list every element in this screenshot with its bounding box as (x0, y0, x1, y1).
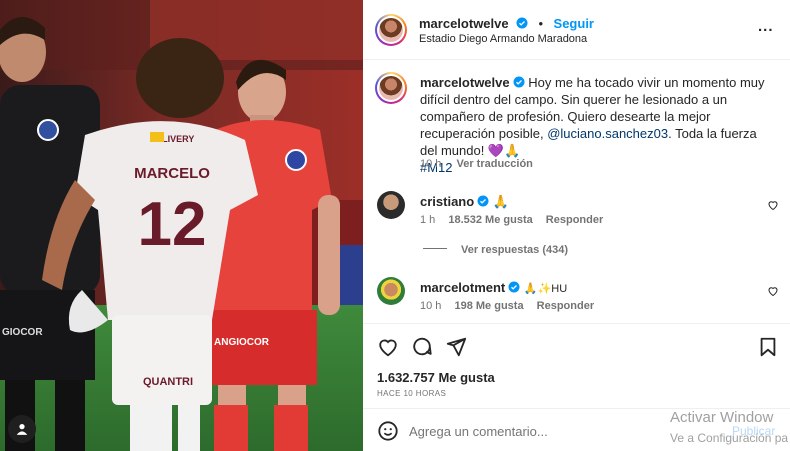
post-age[interactable]: HACE 10 HORAS (377, 389, 446, 398)
tagged-user-icon[interactable] (8, 415, 36, 443)
emoji-smiley-icon[interactable] (377, 420, 399, 442)
comment-likes[interactable]: 18.532 Me gusta (448, 214, 532, 226)
view-replies-label: Ver respuestas (434) (461, 244, 569, 256)
shorts-brand: QUANTRI (143, 376, 193, 388)
caption-time[interactable]: 10 h (420, 158, 441, 170)
caption-author-username[interactable]: marcelotwelve (420, 75, 510, 90)
comment-likes[interactable]: 198 Me gusta (454, 300, 523, 312)
like-heart-icon[interactable] (377, 336, 399, 358)
black-shorts-sponsor: GIOCOR (2, 327, 43, 338)
comment-text: 🙏✨HU (523, 283, 568, 295)
jersey-name: MARCELO (134, 165, 210, 182)
comment-2: marcelotment 🙏✨HU (420, 279, 567, 298)
more-options-icon[interactable]: ... (758, 18, 774, 35)
caption-meta: 10 h Ver traducción (420, 158, 533, 170)
view-replies-button[interactable]: Ver respuestas (434) (423, 244, 568, 256)
post-header: marcelotwelve • Seguir Estadio Diego Arm… (363, 0, 790, 60)
comment-bubble-icon[interactable] (411, 336, 433, 358)
likes-count[interactable]: 1.632.757 Me gusta (377, 370, 495, 385)
caption-mention-link[interactable]: @luciano.sanchez03 (547, 126, 668, 141)
comment-like-heart-icon[interactable] (767, 199, 779, 211)
share-send-icon[interactable] (445, 336, 467, 358)
post-location[interactable]: Estadio Diego Armando Maradona (419, 33, 587, 45)
author-avatar[interactable] (375, 14, 407, 46)
verified-badge-icon (516, 17, 528, 29)
follow-button[interactable]: Seguir (554, 16, 594, 31)
reply-button[interactable]: Responder (546, 214, 603, 226)
separator-dot: • (538, 16, 544, 31)
comment-text: 🙏 (492, 194, 509, 209)
verified-badge-icon (513, 76, 525, 88)
replies-divider (423, 248, 447, 249)
jersey-number: 12 (138, 190, 207, 259)
comment-2-meta: 10 h 198 Me gusta Responder (420, 300, 594, 312)
football-photo: GIOCOR ANGIOCOR DELIVERY MARCELO 12 QUAN… (0, 0, 363, 451)
verified-badge-icon (477, 195, 489, 207)
post-photo[interactable]: GIOCOR ANGIOCOR DELIVERY MARCELO 12 QUAN… (0, 0, 363, 451)
commenter-avatar[interactable] (377, 191, 405, 219)
comment-1: cristiano 🙏 (420, 193, 509, 210)
post-details-panel: marcelotwelve • Seguir Estadio Diego Arm… (363, 0, 790, 451)
comment-input[interactable] (409, 421, 659, 441)
verified-badge-icon (508, 281, 520, 293)
comment-time[interactable]: 10 h (420, 300, 441, 312)
red-shorts-sponsor: ANGIOCOR (214, 337, 270, 348)
post-actions: 1.632.757 Me gusta HACE 10 HORAS (363, 323, 790, 408)
comment-username[interactable]: marcelotment (420, 280, 505, 295)
windows-activation-watermark-subtitle: Ve a Configuración pa (670, 431, 789, 445)
comment-time[interactable]: 1 h (420, 214, 435, 226)
comment-username[interactable]: cristiano (420, 194, 474, 209)
see-translation-button[interactable]: Ver traducción (456, 158, 532, 170)
caption-author-avatar[interactable] (375, 72, 407, 104)
author-username[interactable]: marcelotwelve (419, 16, 509, 31)
reply-button[interactable]: Responder (537, 300, 594, 312)
save-bookmark-icon[interactable] (757, 336, 779, 358)
comment-like-heart-icon[interactable] (767, 285, 779, 297)
comment-1-meta: 1 h 18.532 Me gusta Responder (420, 214, 603, 226)
commenter-avatar[interactable] (377, 277, 405, 305)
